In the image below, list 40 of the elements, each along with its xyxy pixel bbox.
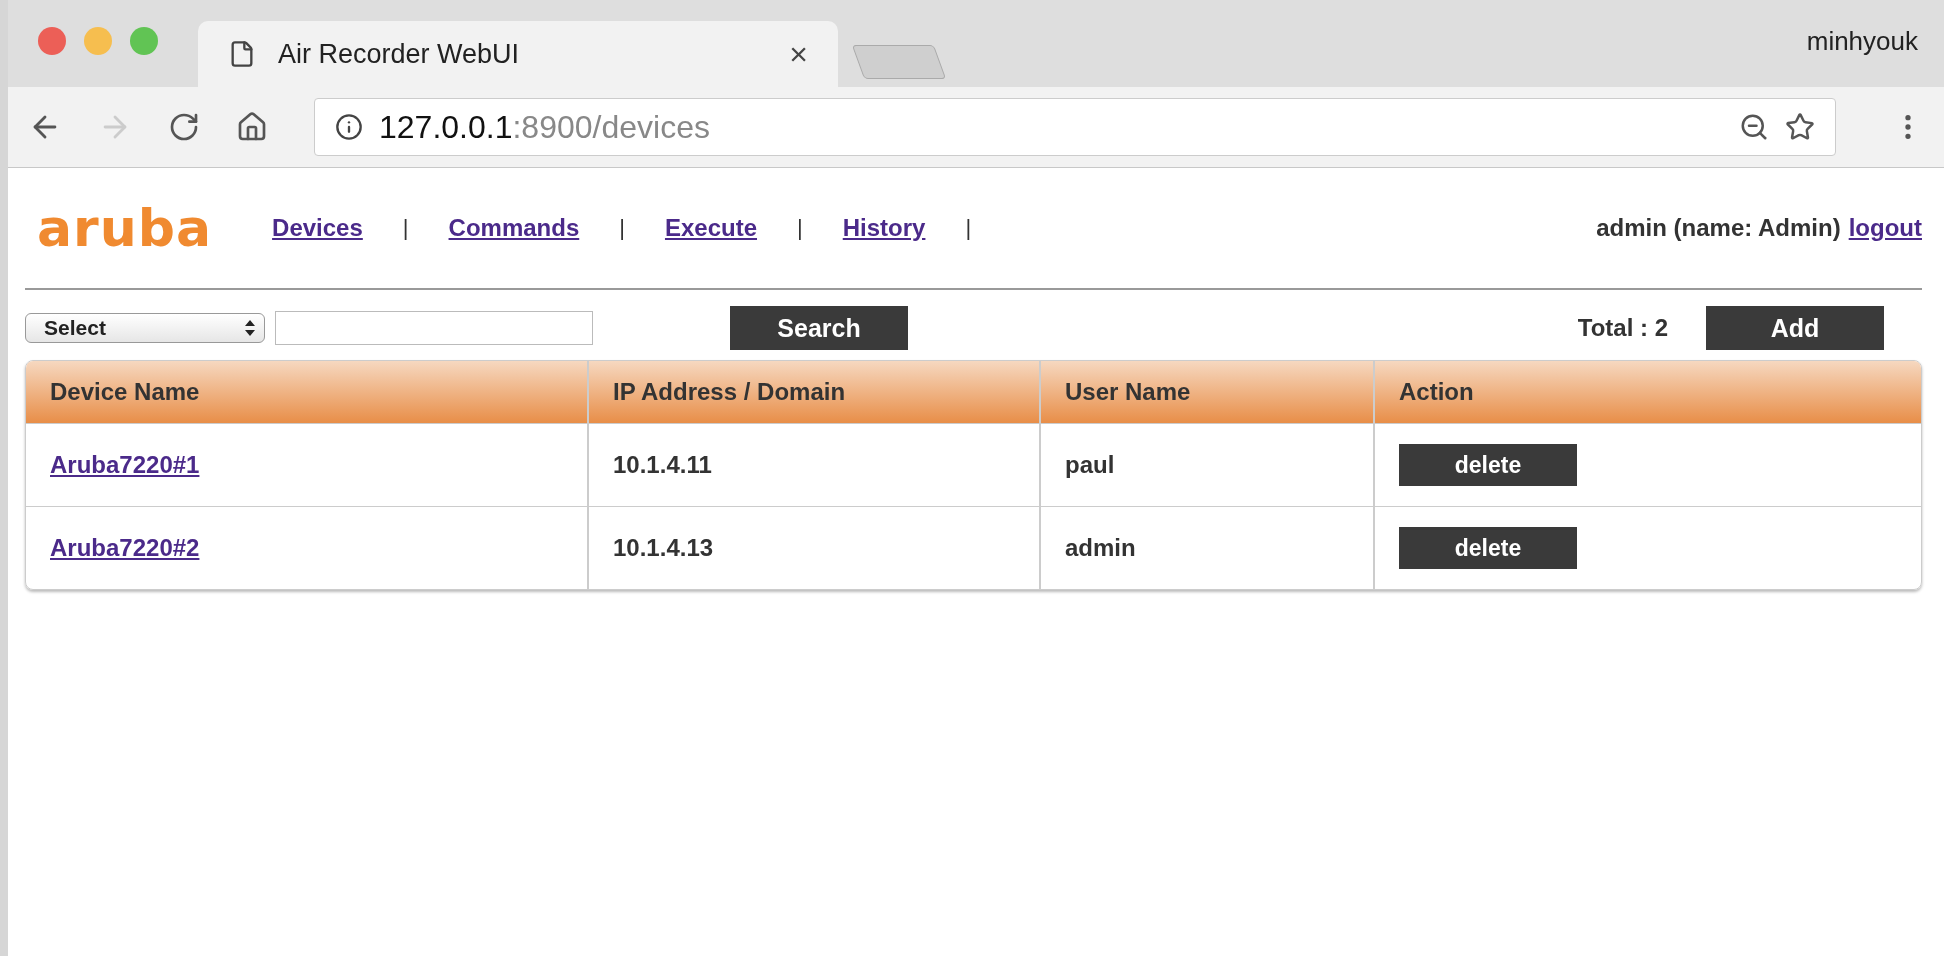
nav-link[interactable]: Devices	[272, 214, 363, 242]
profile-name: minhyouk	[1806, 26, 1918, 57]
ip-address: 10.1.4.13	[613, 534, 714, 562]
select-dropdown[interactable]: Select	[25, 313, 265, 343]
nav-link[interactable]: Execute	[664, 214, 757, 242]
address-bar[interactable]: 127.0.0.1:8900/devices	[314, 98, 1836, 156]
home-icon[interactable]	[236, 111, 268, 143]
nav-separator: |	[965, 215, 972, 241]
user-name: admin	[1065, 534, 1136, 562]
user-name: paul	[1065, 451, 1115, 479]
device-link[interactable]: Aruba7220#1	[50, 451, 200, 479]
browser-tab[interactable]: Air Recorder WebUI ×	[198, 21, 838, 87]
nav-link[interactable]: Commands	[448, 214, 580, 242]
search-button[interactable]: Search	[730, 306, 908, 350]
nav-separator: |	[797, 215, 803, 241]
column-header: Action	[1398, 377, 1475, 407]
url-text: 127.0.0.1:8900/devices	[379, 108, 711, 146]
nav-link[interactable]: History	[842, 214, 926, 242]
zoom-out-icon[interactable]	[1739, 112, 1769, 142]
reload-icon[interactable]	[168, 111, 200, 143]
column-header: User Name	[1041, 361, 1375, 423]
star-icon[interactable]	[1785, 112, 1815, 142]
tab-close-button[interactable]: ×	[789, 35, 808, 73]
info-icon[interactable]	[335, 113, 363, 141]
ip-address: 10.1.4.11	[613, 451, 712, 479]
add-button[interactable]: Add	[1706, 306, 1884, 350]
nav-separator: |	[402, 215, 409, 241]
user-info: admin (name: Admin)	[1596, 214, 1841, 242]
tab-title: Air Recorder WebUI	[278, 38, 521, 70]
column-header: IP Address / Domain	[589, 361, 1041, 423]
delete-button[interactable]: delete	[1399, 444, 1577, 486]
logo: aruba	[37, 198, 213, 258]
column-header: Device Name	[26, 361, 589, 423]
updown-icon	[244, 318, 256, 338]
total-count: Total : 2	[1577, 314, 1668, 342]
nav-separator: |	[619, 215, 625, 241]
search-field[interactable]	[275, 311, 593, 345]
delete-button[interactable]: delete	[1399, 527, 1577, 569]
device-link[interactable]: Aruba7220#2	[50, 534, 200, 562]
logout-link[interactable]: logout	[1848, 214, 1922, 242]
